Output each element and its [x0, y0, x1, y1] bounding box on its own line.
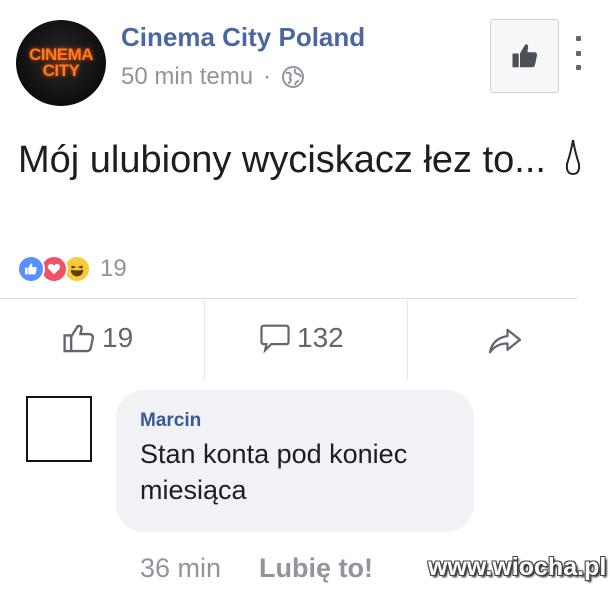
comment-like-link[interactable]: Lubię to! — [259, 553, 373, 584]
comment-bubble: Marcin Stan konta pod koniec miesiąca — [116, 390, 474, 532]
comment-meta: 36 min Lubię to! — [140, 553, 373, 584]
like-count: 19 — [102, 322, 134, 353]
like-reaction-icon — [17, 255, 45, 283]
share-arrow-icon — [488, 328, 522, 354]
speech-bubble-icon — [260, 324, 290, 354]
meta-separator: · — [263, 63, 272, 90]
divider — [0, 298, 577, 299]
post-text-content: Mój ulubiony wyciskacz łez to... — [18, 139, 546, 181]
reaction-count: 19 — [100, 255, 127, 282]
watermark: www.wiocha.pl — [428, 553, 607, 581]
action-separator — [204, 300, 205, 380]
share-button[interactable] — [487, 326, 523, 356]
tear-drop-icon — [565, 139, 580, 176]
action-separator — [407, 300, 408, 380]
page-avatar[interactable]: CINEMA CITY — [16, 20, 106, 106]
commenter-avatar[interactable] — [26, 396, 92, 462]
reactions-summary[interactable]: 19 — [17, 255, 127, 283]
comment-count: 132 — [297, 322, 344, 353]
like-page-button[interactable] — [490, 19, 559, 93]
page-logo: CINEMA CITY — [29, 46, 94, 80]
thumbs-up-icon — [512, 44, 537, 68]
post-meta: 50 min temu · — [121, 63, 305, 91]
more-options-icon[interactable] — [572, 36, 584, 70]
logo-line-2: CITY — [42, 61, 80, 80]
post-text: Mój ulubiony wyciskacz łez to... — [18, 134, 598, 186]
page-name-link[interactable]: Cinema City Poland — [121, 22, 365, 53]
comment-button[interactable]: 132 — [259, 322, 344, 354]
comment-text: Stan konta pod koniec miesiąca — [140, 439, 408, 505]
comment-author[interactable]: Marcin — [140, 410, 450, 432]
globe-icon — [282, 66, 305, 88]
like-button[interactable]: 19 — [62, 322, 133, 354]
post-timestamp[interactable]: 50 min temu — [121, 63, 253, 91]
thumbs-up-outline-icon — [63, 324, 94, 353]
comment-time[interactable]: 36 min — [140, 553, 221, 584]
